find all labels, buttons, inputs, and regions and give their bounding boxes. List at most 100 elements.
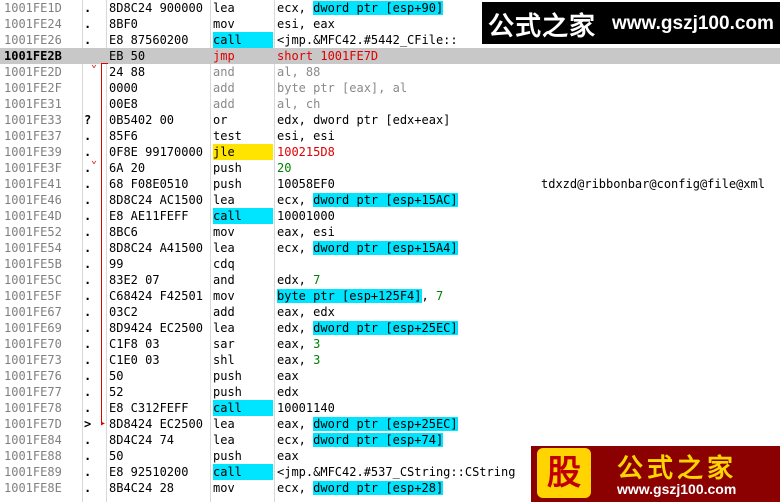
address-cell: 1001FE84: [4, 433, 62, 447]
operand-part: 10058EF0: [277, 177, 335, 191]
hex-bytes-cell: E8 AE11FEFF: [109, 209, 189, 223]
operands-cell: 20: [277, 160, 777, 176]
jump-source-marker-icon: ⌄: [91, 155, 98, 166]
operand-part: eax,: [277, 353, 314, 367]
hex-bytes-cell: 8D8C24 900000: [109, 1, 203, 15]
watermark-top-url: www.gszj100.com: [612, 13, 774, 34]
instruction-row[interactable]: 1001FE39. 0F8E 99170000 jle 100215D8: [0, 144, 780, 160]
instruction-row[interactable]: 1001FE5C. 83E2 07 and edx, 7: [0, 272, 780, 288]
operand-part: eax,: [277, 337, 314, 351]
operand-part: dword ptr [esp+25EC]: [313, 417, 458, 431]
operand-part: short 1001FE7D: [277, 49, 379, 63]
instruction-row[interactable]: 1001FE31 00E8 add al, ch: [0, 96, 780, 112]
instruction-row[interactable]: 1001FE78. E8 C312FEFF call 10001140: [0, 400, 780, 416]
mnemonic-cell: or: [213, 113, 228, 127]
instruction-row-selected[interactable]: 1001FE2B EB 50 jmp short 1001FE7D: [0, 48, 780, 64]
stock-logo-icon: 股: [537, 448, 591, 498]
instruction-row[interactable]: 1001FE76. 50 push eax: [0, 368, 780, 384]
mnemonic-cell: mov: [213, 17, 235, 31]
hex-bytes-cell: C1E0 03: [109, 353, 160, 367]
hex-bytes-cell: 8D8C24 AC1500: [109, 193, 203, 207]
address-cell: 1001FE5C: [4, 273, 62, 287]
instruction-row[interactable]: 1001FE2F 0000 add byte ptr [eax], al: [0, 80, 780, 96]
operands-cell: esi, esi: [277, 128, 777, 144]
operands-cell: eax: [277, 368, 777, 384]
hex-bytes-cell: C1F8 03: [109, 337, 160, 351]
instruction-row[interactable]: 1001FE5B. 99 cdq: [0, 256, 780, 272]
operand-part: ,: [421, 289, 436, 303]
operand-part: <jmp.&MFC42.#537_CString::CString: [277, 465, 516, 479]
address-cell: 1001FE39: [4, 145, 62, 159]
mnemonic-cell: mov: [213, 289, 235, 303]
mnemonic-cell: and: [213, 65, 235, 79]
operand-part: dword ptr [esp+15AC]: [313, 193, 458, 207]
hex-bytes-cell: 52: [109, 385, 124, 399]
instruction-row[interactable]: 1001FE77. 52 push edx: [0, 384, 780, 400]
comment-cell: tdxzd@ribbonbar@config@file@xml: [541, 177, 765, 191]
mnemonic-cell: add: [213, 97, 235, 111]
operand-part: 100215D8: [277, 145, 335, 159]
address-cell: 1001FE89: [4, 465, 62, 479]
operand-part: al, ch: [277, 97, 321, 111]
instruction-row[interactable]: 1001FE3F. 6A 20 push 20: [0, 160, 780, 176]
hex-bytes-cell: 99: [109, 257, 124, 271]
address-cell: 1001FE3F: [4, 161, 62, 175]
hex-bytes-cell: 8D4C24 74: [109, 433, 175, 447]
mnemonic-cell: lea: [213, 433, 235, 447]
address-cell: 1001FE2F: [4, 81, 62, 95]
operand-part: dword ptr [esp+28]: [313, 481, 444, 495]
hex-bytes-cell: 50: [109, 369, 124, 383]
instruction-row[interactable]: 1001FE33? 0B5402 00 or edx, dword ptr [edx+…: [0, 112, 780, 128]
hex-bytes-cell: 8BC6: [109, 225, 138, 239]
address-cell: 1001FE2D: [4, 65, 62, 79]
instruction-row[interactable]: 1001FE46. 8D8C24 AC1500 lea ecx, dword ptr …: [0, 192, 780, 208]
instruction-row[interactable]: 1001FE2D 24 88 and al, 88: [0, 64, 780, 80]
operands-cell: 10001140: [277, 400, 777, 416]
disassembly-view[interactable]: 1001FE1D. 8D8C24 900000 lea ecx, dword ptr …: [0, 0, 780, 502]
hex-bytes-cell: 8BF0: [109, 17, 138, 31]
operand-part: eax: [277, 449, 299, 463]
mnemonic-cell: push: [213, 449, 242, 463]
mnemonic-cell: push: [213, 385, 242, 399]
operand-part: edx: [277, 385, 299, 399]
operands-cell: edx, dword ptr [esp+25EC]: [277, 320, 777, 336]
address-cell: 1001FE77: [4, 385, 62, 399]
instruction-row[interactable]: 1001FE69. 8D9424 EC2500 lea edx, dword ptr …: [0, 320, 780, 336]
operands-cell: edx, dword ptr [edx+eax]: [277, 112, 777, 128]
instruction-row[interactable]: 1001FE4D. E8 AE11FEFF call 10001000: [0, 208, 780, 224]
instruction-row[interactable]: 1001FE37. 85F6 test esi, esi: [0, 128, 780, 144]
address-cell: 1001FE31: [4, 97, 62, 111]
address-cell: 1001FE54: [4, 241, 62, 255]
operand-part: 20: [277, 161, 292, 175]
mnemonic-cell: jle: [213, 144, 273, 160]
operands-cell: ecx, dword ptr [esp+15A4]: [277, 240, 777, 256]
address-cell: 1001FE67: [4, 305, 62, 319]
hex-bytes-cell: EB 50: [109, 49, 146, 63]
instruction-row[interactable]: 1001FE5F. C68424 F42501 mov byte ptr [esp+1…: [0, 288, 780, 304]
instruction-row[interactable]: 1001FE41. 68 F08E0510 push 10058EF0 tdxzd@ri…: [0, 176, 780, 192]
address-cell: 1001FE52: [4, 225, 62, 239]
operand-part: dword ptr [esp+25EC]: [313, 321, 458, 335]
hex-bytes-cell: 0000: [109, 81, 138, 95]
address-cell: 1001FE26: [4, 33, 62, 47]
instruction-row[interactable]: 1001FE52. 8BC6 mov eax, esi: [0, 224, 780, 240]
instruction-row[interactable]: 1001FE67. 03C2 add eax, edx: [0, 304, 780, 320]
mnemonic-cell: mov: [213, 481, 235, 495]
mnemonic-cell: and: [213, 273, 235, 287]
operand-part: ecx,: [277, 1, 314, 15]
address-cell: 1001FE5B: [4, 257, 62, 271]
instruction-row[interactable]: 1001FE73. C1E0 03 shl eax, 3: [0, 352, 780, 368]
operands-cell: byte ptr [eax], al: [277, 80, 777, 96]
operand-part: 3: [313, 353, 321, 367]
instruction-row[interactable]: 1001FE54. 8D8C24 A41500 lea ecx, dword ptr …: [0, 240, 780, 256]
operand-part: ecx,: [277, 241, 314, 255]
operand-part: dword ptr [esp+90]: [313, 1, 444, 15]
operand-part: ecx,: [277, 433, 314, 447]
instruction-row[interactable]: 1001FE7D >8D8424 EC2500 lea eax, dword ptr …: [0, 416, 780, 432]
operand-part: esi, esi: [277, 129, 335, 143]
operand-part: ecx,: [277, 193, 314, 207]
operands-cell: eax, 3: [277, 336, 777, 352]
hex-bytes-cell: 85F6: [109, 129, 138, 143]
instruction-row[interactable]: 1001FE70. C1F8 03 sar eax, 3: [0, 336, 780, 352]
mnemonic-cell: cdq: [213, 257, 235, 271]
